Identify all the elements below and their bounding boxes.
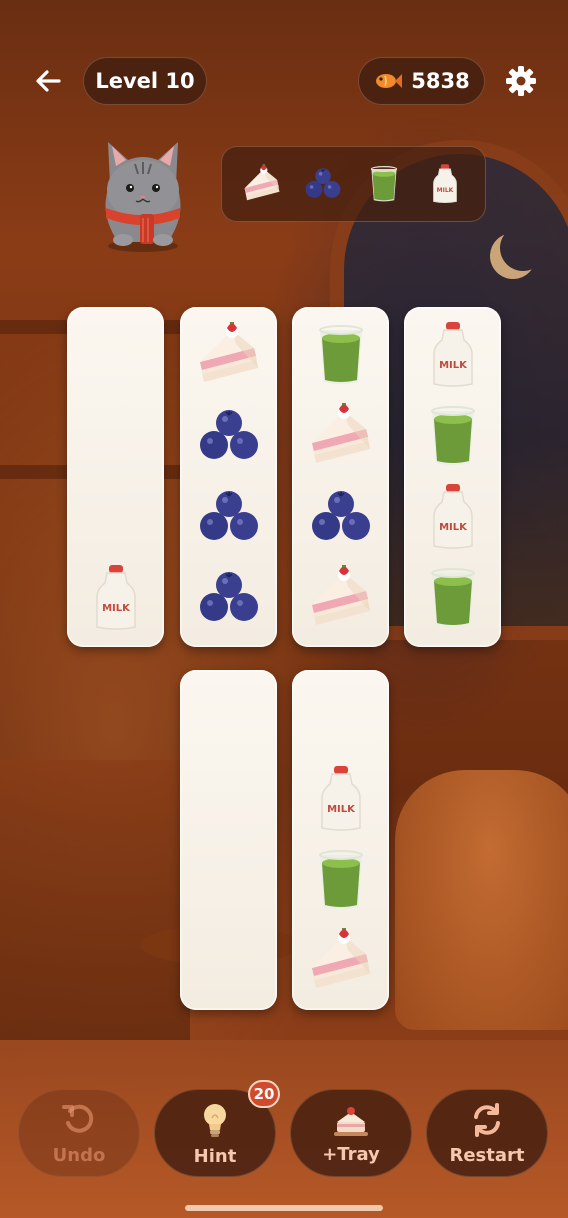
undo-button[interactable]: Undo <box>18 1089 140 1177</box>
svg-text:MILK: MILK <box>102 603 131 614</box>
hint-label: Hint <box>193 1145 237 1167</box>
column-5[interactable] <box>180 670 277 1010</box>
order-item-milk: MILK <box>423 162 467 206</box>
back-button[interactable] <box>28 60 68 102</box>
order-item-matcha <box>362 162 406 206</box>
item-cake[interactable] <box>300 559 381 637</box>
tray-icon <box>334 1106 368 1136</box>
fish-icon <box>376 74 403 88</box>
item-milk[interactable]: MILK <box>412 478 493 556</box>
item-milk[interactable]: MILK <box>300 760 381 838</box>
item-blueberries[interactable] <box>188 397 269 475</box>
hint-count-badge: 20 <box>248 1080 280 1108</box>
item-matcha[interactable] <box>412 559 493 637</box>
item-matcha[interactable] <box>300 316 381 394</box>
back-arrow-icon <box>36 70 61 92</box>
coin-counter: 5838 <box>358 57 485 105</box>
item-matcha[interactable] <box>300 841 381 919</box>
level-label: Level 10 <box>95 69 195 93</box>
item-milk[interactable]: MILK <box>412 316 493 394</box>
background-counter <box>0 760 190 1040</box>
cat-mascot <box>88 122 198 252</box>
undo-label: Undo <box>52 1144 106 1166</box>
item-blueberries[interactable] <box>188 559 269 637</box>
order-item-blueberries <box>301 162 345 206</box>
restart-label: Restart <box>449 1144 525 1166</box>
column-1[interactable]: MILK <box>67 307 164 647</box>
item-cake[interactable] <box>300 397 381 475</box>
column-4[interactable]: MILK MILK <box>404 307 501 647</box>
home-indicator <box>185 1205 383 1211</box>
add-tray-button[interactable]: +Tray <box>290 1089 412 1177</box>
svg-text:MILK: MILK <box>439 360 468 371</box>
moon-icon <box>500 225 546 271</box>
column-3[interactable] <box>292 307 389 647</box>
item-milk[interactable]: MILK <box>75 559 156 637</box>
undo-icon <box>62 1104 94 1133</box>
column-6[interactable]: MILK <box>292 670 389 1010</box>
order-panel: MILK <box>221 146 486 222</box>
coin-count: 5838 <box>411 69 470 93</box>
item-cake[interactable] <box>300 922 381 1000</box>
gear-icon <box>506 66 536 96</box>
background-armchair <box>395 770 568 1030</box>
level-indicator: Level 10 <box>83 57 207 105</box>
svg-text:MILK: MILK <box>327 804 356 815</box>
column-2[interactable] <box>180 307 277 647</box>
add-tray-label: +Tray <box>322 1143 380 1165</box>
svg-text:MILK: MILK <box>436 187 453 194</box>
svg-text:MILK: MILK <box>439 522 468 533</box>
settings-button[interactable] <box>500 60 542 102</box>
restart-icon <box>474 1102 500 1137</box>
restart-button[interactable]: Restart <box>426 1089 548 1177</box>
item-cake[interactable] <box>188 316 269 394</box>
item-blueberries[interactable] <box>300 478 381 556</box>
item-blueberries[interactable] <box>188 478 269 556</box>
item-matcha[interactable] <box>412 397 493 475</box>
order-item-cake <box>240 162 284 206</box>
lightbulb-icon <box>204 1103 226 1137</box>
